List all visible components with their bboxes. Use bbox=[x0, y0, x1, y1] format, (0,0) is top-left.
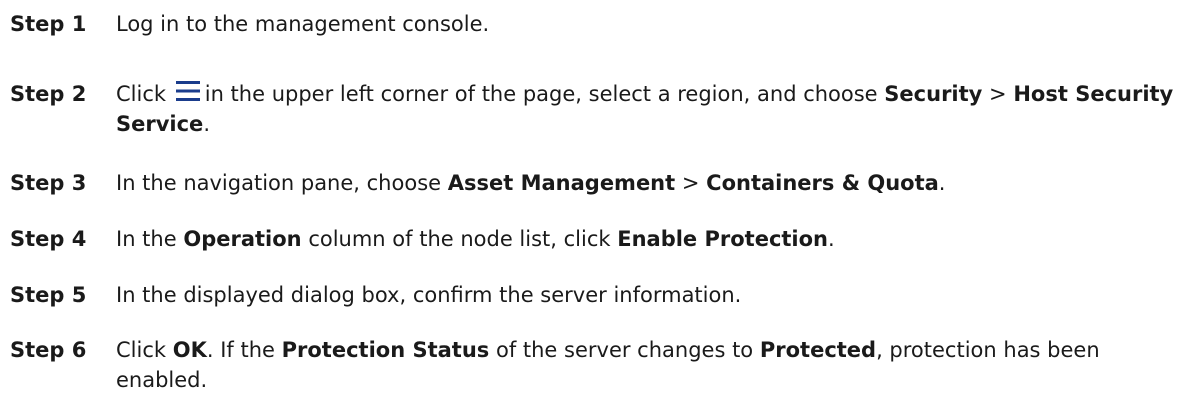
field-name-protection-status: Protection Status bbox=[281, 338, 490, 362]
step-text: Click OK. If the Protection Status of th… bbox=[116, 338, 1100, 392]
step-1-text: Log in to the management console. bbox=[116, 12, 490, 36]
status-value-protected: Protected bbox=[759, 338, 877, 362]
step-label: Step 4 bbox=[10, 227, 87, 251]
step-6: Step 6 Click OK. If the Protection Statu… bbox=[10, 335, 1174, 395]
menu-path-containers-quota: Containers & Quota bbox=[706, 171, 939, 195]
step-text: Log in to the management console. bbox=[116, 9, 1174, 39]
step-text: Click in the upper left corner of the pa… bbox=[116, 81, 1174, 136]
button-name-ok: OK bbox=[172, 338, 207, 362]
step-label: Step 2 bbox=[10, 82, 87, 106]
step-5-text: In the displayed dialog box, confirm the… bbox=[116, 283, 742, 307]
step-text: In the displayed dialog box, confirm the… bbox=[116, 280, 1174, 310]
step-label: Step 5 bbox=[10, 283, 87, 307]
step-3: Step 3 In the navigation pane, choose As… bbox=[10, 168, 1174, 198]
step-text: In the Operation column of the node list… bbox=[116, 227, 835, 251]
step-2: Step 2 Click in the upper left corner of… bbox=[10, 79, 1174, 139]
step-text: In the navigation pane, choose Asset Man… bbox=[116, 171, 946, 195]
step-label: Step 3 bbox=[10, 171, 87, 195]
action-enable-protection: Enable Protection bbox=[617, 227, 829, 251]
menu-icon bbox=[175, 81, 200, 101]
step-label: Step 1 bbox=[10, 12, 87, 36]
procedure-steps: Step 1 Log in to the management console.… bbox=[0, 0, 1180, 403]
menu-path-security: Security bbox=[884, 82, 983, 106]
menu-path-asset-management: Asset Management bbox=[447, 171, 676, 195]
step-5: Step 5 In the displayed dialog box, conf… bbox=[10, 280, 1174, 310]
column-name-operation: Operation bbox=[183, 227, 302, 251]
step-1: Step 1 Log in to the management console. bbox=[10, 9, 1174, 39]
step-label: Step 6 bbox=[10, 338, 87, 362]
step-4: Step 4 In the Operation column of the no… bbox=[10, 224, 1174, 254]
